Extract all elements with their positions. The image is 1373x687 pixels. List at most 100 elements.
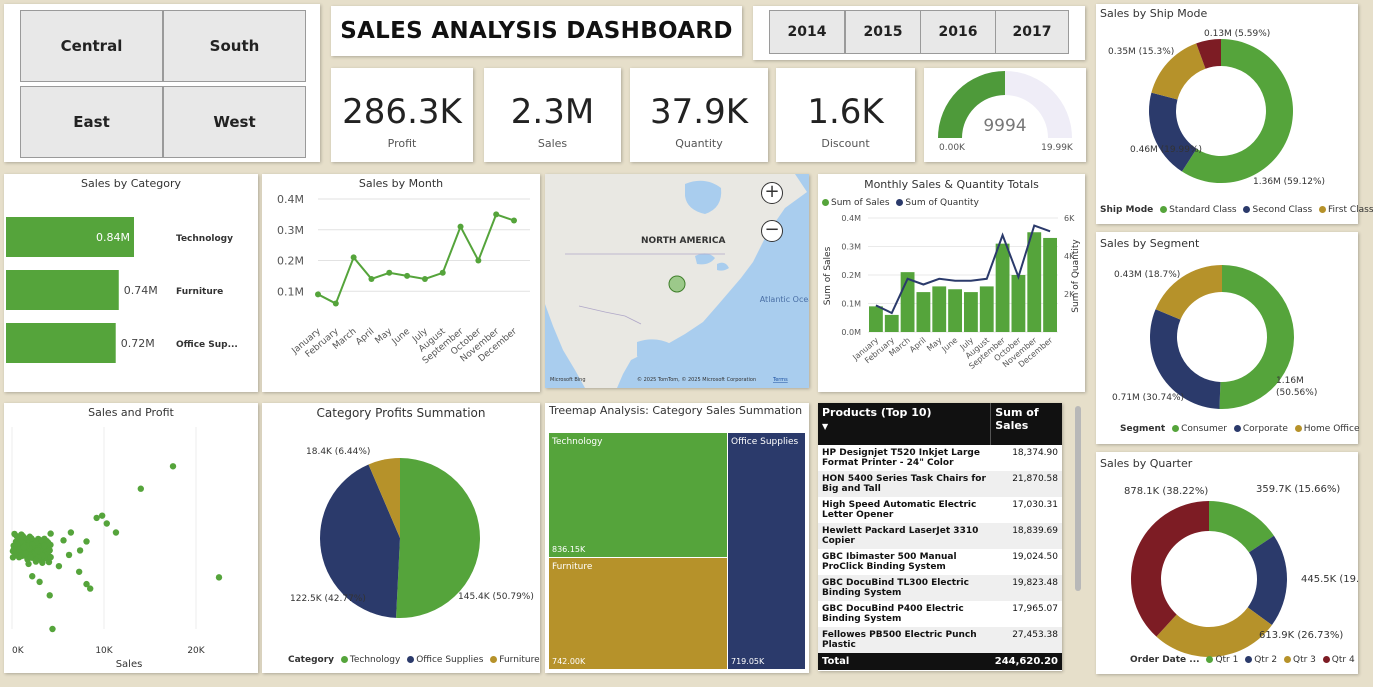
line-point[interactable]: [511, 217, 517, 224]
quarter-slice-3[interactable]: [1131, 501, 1209, 637]
line-point[interactable]: [386, 269, 393, 276]
scatter-point[interactable]: [20, 543, 28, 551]
treemap-tile-technology[interactable]: Technology 836.15K: [549, 433, 727, 557]
scatter-point[interactable]: [215, 574, 223, 581]
category-bar[interactable]: [6, 323, 116, 363]
scatter-point[interactable]: [11, 530, 18, 538]
table-row[interactable]: GBC DocuBind P400 Electric Binding Syste…: [818, 601, 1062, 627]
table-row[interactable]: HP Designjet T520 Inkjet Large Format Pr…: [818, 445, 1062, 471]
line-point[interactable]: [315, 291, 321, 298]
zoom-out-icon[interactable]: −: [761, 220, 783, 242]
scatter-point[interactable]: [34, 547, 41, 554]
table-scrollbar[interactable]: [1075, 406, 1081, 591]
treemap-tile-furniture[interactable]: Furniture 742.00K: [549, 558, 727, 669]
legend-item[interactable]: Technology: [350, 655, 400, 665]
region-button-east[interactable]: East: [20, 86, 163, 158]
year-button-2016[interactable]: 2016: [920, 10, 996, 54]
table-row[interactable]: Fellowes PB500 Electric Punch Plastic 27,…: [818, 627, 1062, 653]
legend-item[interactable]: First Class: [1328, 205, 1373, 215]
scatter-point[interactable]: [27, 553, 34, 561]
category-bar[interactable]: [6, 270, 119, 310]
legend-item[interactable]: Office Supplies: [416, 655, 483, 665]
scatter-point[interactable]: [93, 514, 100, 522]
line-point[interactable]: [493, 211, 500, 218]
column-header-sum-of-sales[interactable]: Sum of Sales: [990, 403, 1062, 445]
line-point[interactable]: [368, 275, 375, 282]
line-point[interactable]: [421, 275, 428, 282]
table-row[interactable]: HON 5400 Series Task Chairs for Big and …: [818, 471, 1062, 497]
legend-item[interactable]: Corporate: [1243, 424, 1288, 434]
sales-bar[interactable]: [964, 292, 978, 332]
scatter-point[interactable]: [55, 562, 63, 570]
legend-item[interactable]: Home Office: [1304, 424, 1360, 434]
region-button-south[interactable]: South: [163, 10, 306, 82]
scatter-point[interactable]: [60, 537, 67, 544]
sales-bar[interactable]: [979, 286, 994, 332]
sales-bar[interactable]: [995, 243, 1010, 332]
line-point[interactable]: [475, 257, 482, 264]
table-row[interactable]: High Speed Automatic Electric Letter Ope…: [818, 497, 1062, 523]
year-button-2017[interactable]: 2017: [995, 10, 1069, 54]
sort-desc-icon[interactable]: ▼: [822, 422, 828, 431]
sales-bar[interactable]: [884, 314, 899, 332]
line-point[interactable]: [404, 272, 411, 279]
scatter-point[interactable]: [67, 529, 75, 536]
scatter-point[interactable]: [36, 578, 43, 586]
scatter-point[interactable]: [98, 512, 106, 519]
map-canvas[interactable]: NORTH AMERICA Atlantic Ocean Microsoft B…: [545, 174, 809, 388]
zoom-in-icon[interactable]: +: [761, 182, 783, 204]
sales-bar[interactable]: [869, 306, 883, 332]
scatter-point[interactable]: [87, 585, 94, 592]
scatter-point[interactable]: [112, 529, 120, 536]
sales-bar[interactable]: [916, 292, 931, 332]
line-point[interactable]: [457, 223, 464, 230]
table-row[interactable]: GBC DocuBind TL300 Electric Binding Syst…: [818, 575, 1062, 601]
scatter-point[interactable]: [47, 553, 54, 561]
region-button-west[interactable]: West: [163, 86, 306, 158]
legend-item[interactable]: Consumer: [1181, 424, 1227, 434]
scatter-point[interactable]: [49, 625, 56, 633]
sales-bar[interactable]: [948, 289, 962, 332]
legend-item[interactable]: Sum of Quantity: [905, 198, 978, 208]
line-point[interactable]: [332, 300, 339, 307]
ship-mode-slice-1[interactable]: [1149, 92, 1197, 172]
scatter-point[interactable]: [83, 538, 90, 545]
legend-item[interactable]: Second Class: [1252, 205, 1312, 215]
treemap-tile-office-supplies[interactable]: Office Supplies 719.05K: [728, 433, 805, 669]
line-point[interactable]: [350, 254, 357, 261]
table-row[interactable]: GBC Ibimaster 500 Manual ProClick Bindin…: [818, 549, 1062, 575]
scatter-point[interactable]: [103, 520, 110, 527]
year-button-2015[interactable]: 2015: [845, 10, 921, 54]
scatter-point[interactable]: [29, 573, 36, 580]
sales-bar[interactable]: [1027, 232, 1042, 332]
scatter-point[interactable]: [12, 551, 19, 559]
scatter-point[interactable]: [46, 547, 53, 554]
year-button-2014[interactable]: 2014: [769, 10, 845, 54]
legend-item[interactable]: Qtr 2: [1254, 655, 1277, 665]
legend-item[interactable]: Standard Class: [1169, 205, 1236, 215]
scatter-point[interactable]: [76, 547, 84, 554]
sales-bar[interactable]: [932, 286, 947, 332]
legend-item[interactable]: Qtr 4: [1332, 655, 1355, 665]
scatter-point[interactable]: [47, 530, 54, 537]
scatter-point[interactable]: [137, 485, 144, 492]
region-button-central[interactable]: Central: [20, 10, 163, 82]
line-point[interactable]: [439, 269, 446, 276]
legend-item[interactable]: Furniture: [499, 655, 539, 665]
scatter-point[interactable]: [169, 463, 177, 470]
sales-bar[interactable]: [1043, 237, 1057, 332]
scatter-point[interactable]: [46, 592, 53, 599]
map-card[interactable]: NORTH AMERICA Atlantic Ocean Microsoft B…: [545, 174, 809, 388]
legend-item[interactable]: Qtr 3: [1293, 655, 1316, 665]
column-header-products[interactable]: Products (Top 10) ▼: [818, 403, 991, 445]
scatter-point[interactable]: [25, 560, 32, 568]
sales-bar[interactable]: [1011, 275, 1026, 332]
scatter-point[interactable]: [41, 542, 48, 550]
scatter-point[interactable]: [65, 551, 73, 559]
table-row[interactable]: Hewlett Packard LaserJet 3310 Copier 18,8…: [818, 523, 1062, 549]
scatter-point[interactable]: [75, 568, 83, 575]
scatter-point[interactable]: [32, 557, 40, 564]
scatter-point[interactable]: [39, 559, 46, 566]
legend-item[interactable]: Qtr 1: [1215, 655, 1238, 665]
legend-item[interactable]: Sum of Sales: [831, 198, 890, 208]
